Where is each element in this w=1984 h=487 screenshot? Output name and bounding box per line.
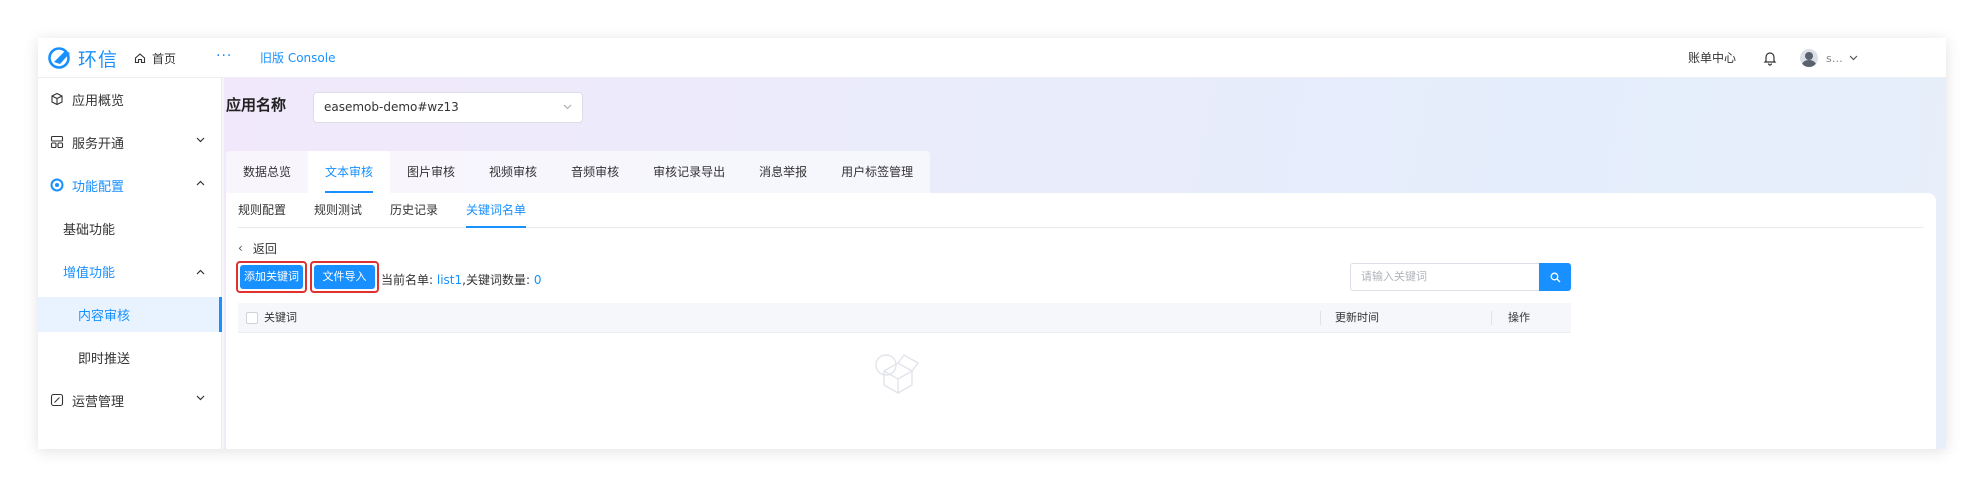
tab-data-overview[interactable]: 数据总览 (226, 151, 308, 193)
column-keyword: 关键词 (264, 311, 297, 324)
sidebar-item-instant-push[interactable]: 即时推送 (38, 336, 222, 379)
services-icon (50, 135, 64, 149)
empty-state-icon (875, 354, 920, 395)
file-import-highlight: 文件导入 (310, 261, 379, 293)
sidebar-item-label: 运营管理 (72, 395, 125, 410)
keyword-count-prefix: ,关键词数量: (462, 273, 530, 287)
logo-text: 环信 (78, 48, 119, 71)
subtab-keyword-list[interactable]: 关键词名单 (466, 193, 527, 228)
sidebar-item-label: 基础功能 (63, 223, 116, 238)
tab-image-moderation[interactable]: 图片审核 (390, 151, 472, 193)
tab-video-moderation[interactable]: 视频审核 (472, 151, 554, 193)
edit-square-icon (50, 393, 64, 407)
chevron-down-icon (1849, 55, 1858, 61)
sidebar-item-operations[interactable]: 运营管理 (38, 379, 222, 422)
avatar (1800, 49, 1818, 67)
chevron-left-icon: ‹ (238, 241, 243, 255)
sidebar-item-service-activation[interactable]: 服务开通 (38, 121, 222, 164)
current-list-info: 当前名单: list1,关键词数量: 0 (381, 272, 541, 288)
legacy-console-link[interactable]: 旧版 Console (260, 38, 335, 78)
home-link[interactable]: 首页 (134, 38, 176, 78)
sidebar-item-label: 内容审核 (78, 309, 131, 324)
keyword-table-header: 关键词 更新时间 操作 (238, 303, 1571, 333)
sidebar-item-label: 应用概览 (72, 94, 125, 109)
subtab-rule-test[interactable]: 规则测试 (314, 193, 362, 227)
tab-user-tags[interactable]: 用户标签管理 (824, 151, 930, 193)
tab-audio-moderation[interactable]: 音频审核 (554, 151, 636, 193)
keyword-count-value: 0 (533, 273, 542, 287)
column-updated-time: 更新时间 (1335, 311, 1379, 324)
more-menu[interactable]: ··· (216, 38, 232, 78)
select-all-checkbox[interactable] (246, 312, 258, 324)
sidebar: 应用概览 服务开通 功能配置 基础功能 增值功能 内容审核 即时推送 运营管理 (38, 78, 222, 449)
moderation-tabs: 数据总览 文本审核 图片审核 视频审核 音频审核 审核记录导出 消息举报 用户标… (226, 151, 931, 193)
column-divider (1320, 311, 1321, 325)
search-button[interactable] (1539, 263, 1571, 291)
username: s… (1826, 51, 1843, 65)
notification-bell-icon[interactable] (1762, 50, 1778, 66)
app-select[interactable]: easemob-demo#wz13 (313, 92, 583, 123)
app-select-value: easemob-demo#wz13 (324, 100, 459, 114)
tab-text-moderation[interactable]: 文本审核 (308, 151, 391, 193)
home-label: 首页 (152, 51, 177, 66)
current-list-value[interactable]: list1 (437, 273, 462, 287)
chevron-up-icon (196, 180, 205, 186)
sidebar-item-content-moderation[interactable]: 内容审核 (38, 297, 222, 332)
top-bar: 环信 首页 ··· 旧版 Console 账单中心 s… (38, 38, 1946, 78)
app-name-label: 应用名称 (226, 96, 287, 114)
tab-moderation-export[interactable]: 审核记录导出 (636, 151, 742, 193)
sidebar-item-label: 服务开通 (72, 137, 125, 152)
subtab-history[interactable]: 历史记录 (390, 193, 438, 227)
sidebar-item-label: 功能配置 (72, 180, 125, 195)
app-window: 环信 首页 ··· 旧版 Console 账单中心 s… 应用概览 服务开通 功… (38, 38, 1946, 449)
logo[interactable]: 环信 (48, 44, 118, 72)
sidebar-item-feature-config[interactable]: 功能配置 (38, 164, 222, 207)
column-actions: 操作 (1508, 311, 1530, 324)
user-menu[interactable]: s… (1800, 38, 1858, 78)
add-keyword-highlight: 添加关键词 (236, 261, 307, 293)
chevron-down-icon (196, 395, 205, 401)
chevron-down-icon (196, 137, 205, 143)
sidebar-item-app-overview[interactable]: 应用概览 (38, 78, 222, 121)
file-import-button[interactable]: 文件导入 (314, 265, 375, 289)
keyword-list-panel: 规则配置 规则测试 历史记录 关键词名单 ‹ 返回 添加关键词 文件导入 当前名… (226, 193, 1936, 449)
cube-icon (51, 92, 63, 106)
sidebar-item-basic-features[interactable]: 基础功能 (38, 207, 222, 250)
search-icon (1550, 272, 1560, 282)
settings-circle-icon (50, 178, 64, 192)
home-icon (134, 53, 146, 64)
easemob-logo-icon (48, 47, 70, 69)
add-keyword-button[interactable]: 添加关键词 (240, 265, 303, 289)
sub-tabs: 规则配置 规则测试 历史记录 关键词名单 (238, 193, 1924, 228)
subtab-rule-config[interactable]: 规则配置 (238, 193, 286, 227)
column-divider (1491, 311, 1492, 325)
back-label: 返回 (252, 241, 277, 256)
current-list-prefix: 当前名单: (381, 273, 434, 287)
chevron-down-icon (563, 104, 572, 110)
sidebar-item-label: 增值功能 (63, 266, 116, 281)
chevron-up-icon (196, 269, 205, 275)
keyword-search-input[interactable]: 请输入关键词 (1350, 263, 1539, 291)
sidebar-item-value-added[interactable]: 增值功能 (38, 250, 222, 293)
billing-center-link[interactable]: 账单中心 (1688, 38, 1736, 78)
main-content: 应用名称 easemob-demo#wz13 数据总览 文本审核 图片审核 视频… (224, 78, 1946, 449)
tab-message-report[interactable]: 消息举报 (742, 151, 824, 193)
sidebar-item-label: 即时推送 (78, 352, 131, 367)
back-link[interactable]: ‹ 返回 (238, 238, 277, 258)
